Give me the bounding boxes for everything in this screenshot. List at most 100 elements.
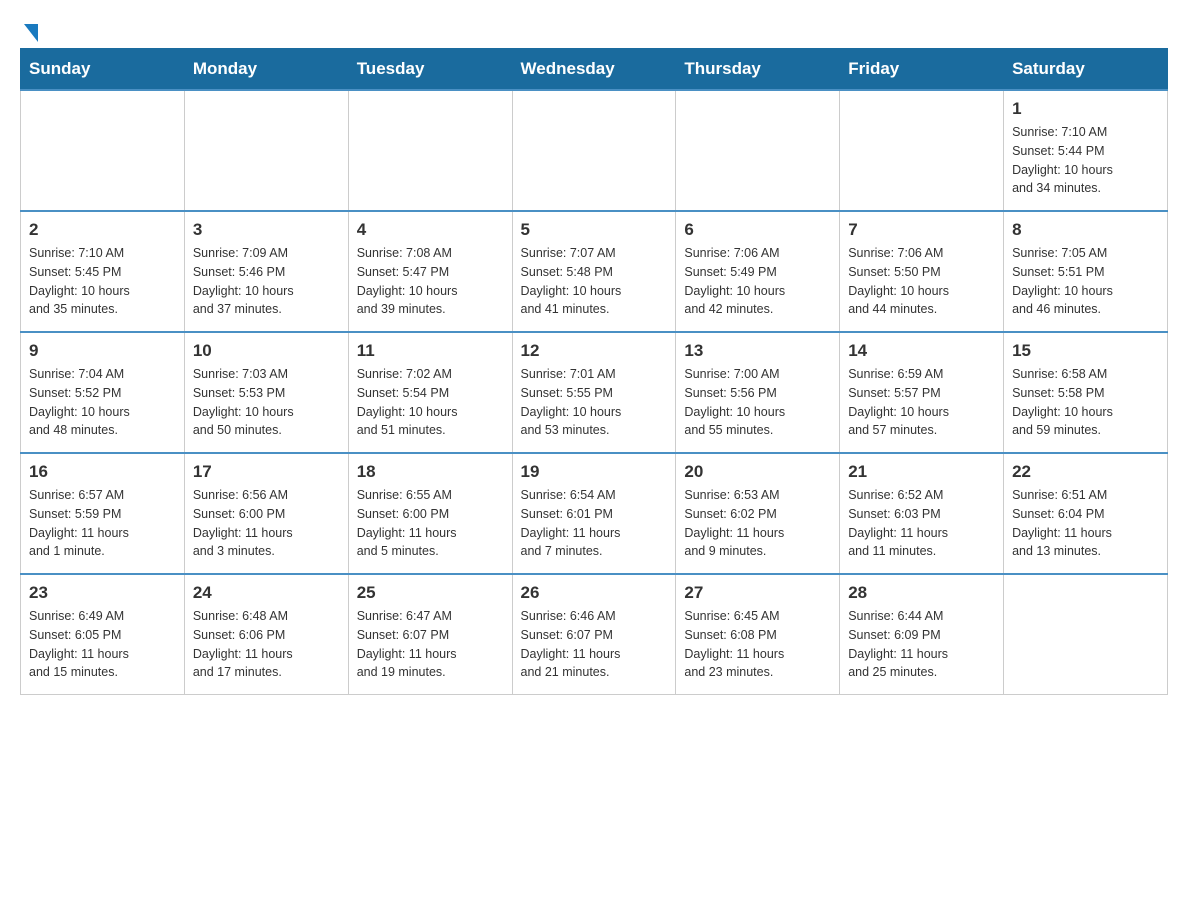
calendar-cell: 27 Sunrise: 6:45 AM Sunset: 6:08 PM Dayli… [676,574,840,695]
calendar-cell [512,90,676,211]
day-info: Sunrise: 6:51 AM Sunset: 6:04 PM Dayligh… [1012,486,1159,561]
day-info: Sunrise: 7:02 AM Sunset: 5:54 PM Dayligh… [357,365,504,440]
header [20,20,1168,38]
calendar-cell: 10Sunrise: 7:03 AM Sunset: 5:53 PM Dayli… [184,332,348,453]
calendar-week-2: 2 Sunrise: 7:10 AM Sunset: 5:45 PM Daylig… [21,211,1168,332]
calendar-cell: 8 Sunrise: 7:05 AM Sunset: 5:51 PM Daylig… [1004,211,1168,332]
day-number: 12 [521,341,668,361]
calendar-cell: 26 Sunrise: 6:46 AM Sunset: 6:07 PM Dayli… [512,574,676,695]
calendar-week-1: 1 Sunrise: 7:10 AM Sunset: 5:44 PM Daylig… [21,90,1168,211]
day-info: Sunrise: 6:46 AM Sunset: 6:07 PM Dayligh… [521,607,668,682]
day-info: Sunrise: 6:52 AM Sunset: 6:03 PM Dayligh… [848,486,995,561]
day-number: 6 [684,220,831,240]
day-number: 23 [29,583,176,603]
day-info: Sunrise: 7:08 AM Sunset: 5:47 PM Dayligh… [357,244,504,319]
day-info: Sunrise: 7:05 AM Sunset: 5:51 PM Dayligh… [1012,244,1159,319]
day-info: Sunrise: 6:53 AM Sunset: 6:02 PM Dayligh… [684,486,831,561]
day-number: 11 [357,341,504,361]
calendar-cell: 24 Sunrise: 6:48 AM Sunset: 6:06 PM Dayli… [184,574,348,695]
calendar-cell: 23 Sunrise: 6:49 AM Sunset: 6:05 PM Dayli… [21,574,185,695]
day-info: Sunrise: 7:06 AM Sunset: 5:49 PM Dayligh… [684,244,831,319]
column-header-sunday: Sunday [21,49,185,91]
calendar-cell [184,90,348,211]
day-info: Sunrise: 6:44 AM Sunset: 6:09 PM Dayligh… [848,607,995,682]
day-info: Sunrise: 6:47 AM Sunset: 6:07 PM Dayligh… [357,607,504,682]
day-info: Sunrise: 6:48 AM Sunset: 6:06 PM Dayligh… [193,607,340,682]
day-info: Sunrise: 7:04 AM Sunset: 5:52 PM Dayligh… [29,365,176,440]
day-info: Sunrise: 7:09 AM Sunset: 5:46 PM Dayligh… [193,244,340,319]
day-number: 20 [684,462,831,482]
day-number: 7 [848,220,995,240]
column-header-friday: Friday [840,49,1004,91]
calendar-cell: 14 Sunrise: 6:59 AM Sunset: 5:57 PM Dayli… [840,332,1004,453]
calendar-cell: 15 Sunrise: 6:58 AM Sunset: 5:58 PM Dayli… [1004,332,1168,453]
calendar-cell: 13Sunrise: 7:00 AM Sunset: 5:56 PM Dayli… [676,332,840,453]
calendar-cell: 5 Sunrise: 7:07 AM Sunset: 5:48 PM Daylig… [512,211,676,332]
day-number: 21 [848,462,995,482]
calendar-cell: 21 Sunrise: 6:52 AM Sunset: 6:03 PM Dayli… [840,453,1004,574]
day-number: 27 [684,583,831,603]
day-info: Sunrise: 7:10 AM Sunset: 5:45 PM Dayligh… [29,244,176,319]
day-number: 10 [193,341,340,361]
day-info: Sunrise: 7:01 AM Sunset: 5:55 PM Dayligh… [521,365,668,440]
calendar-cell: 9Sunrise: 7:04 AM Sunset: 5:52 PM Daylig… [21,332,185,453]
calendar-cell: 11 Sunrise: 7:02 AM Sunset: 5:54 PM Dayli… [348,332,512,453]
calendar-week-4: 16 Sunrise: 6:57 AM Sunset: 5:59 PM Dayli… [21,453,1168,574]
day-info: Sunrise: 6:45 AM Sunset: 6:08 PM Dayligh… [684,607,831,682]
calendar-cell: 19 Sunrise: 6:54 AM Sunset: 6:01 PM Dayli… [512,453,676,574]
calendar-cell: 12 Sunrise: 7:01 AM Sunset: 5:55 PM Dayli… [512,332,676,453]
day-info: Sunrise: 7:06 AM Sunset: 5:50 PM Dayligh… [848,244,995,319]
day-number: 24 [193,583,340,603]
calendar-cell: 28 Sunrise: 6:44 AM Sunset: 6:09 PM Dayli… [840,574,1004,695]
day-number: 3 [193,220,340,240]
calendar-header-row: SundayMondayTuesdayWednesdayThursdayFrid… [21,49,1168,91]
calendar-cell [348,90,512,211]
calendar-cell: 22 Sunrise: 6:51 AM Sunset: 6:04 PM Dayli… [1004,453,1168,574]
calendar-week-3: 9Sunrise: 7:04 AM Sunset: 5:52 PM Daylig… [21,332,1168,453]
calendar-cell: 3 Sunrise: 7:09 AM Sunset: 5:46 PM Daylig… [184,211,348,332]
calendar-cell [676,90,840,211]
day-info: Sunrise: 6:57 AM Sunset: 5:59 PM Dayligh… [29,486,176,561]
calendar-cell: 16 Sunrise: 6:57 AM Sunset: 5:59 PM Dayli… [21,453,185,574]
day-number: 15 [1012,341,1159,361]
calendar-cell [21,90,185,211]
calendar-cell: 17 Sunrise: 6:56 AM Sunset: 6:00 PM Dayli… [184,453,348,574]
calendar-cell: 20 Sunrise: 6:53 AM Sunset: 6:02 PM Dayli… [676,453,840,574]
day-number: 5 [521,220,668,240]
calendar-week-5: 23 Sunrise: 6:49 AM Sunset: 6:05 PM Dayli… [21,574,1168,695]
logo [20,20,38,38]
calendar-cell: 7 Sunrise: 7:06 AM Sunset: 5:50 PM Daylig… [840,211,1004,332]
calendar-cell [840,90,1004,211]
day-number: 16 [29,462,176,482]
day-number: 13 [684,341,831,361]
column-header-saturday: Saturday [1004,49,1168,91]
day-info: Sunrise: 6:59 AM Sunset: 5:57 PM Dayligh… [848,365,995,440]
day-info: Sunrise: 6:54 AM Sunset: 6:01 PM Dayligh… [521,486,668,561]
calendar-cell: 4 Sunrise: 7:08 AM Sunset: 5:47 PM Daylig… [348,211,512,332]
day-number: 26 [521,583,668,603]
calendar-cell: 1 Sunrise: 7:10 AM Sunset: 5:44 PM Daylig… [1004,90,1168,211]
day-info: Sunrise: 6:49 AM Sunset: 6:05 PM Dayligh… [29,607,176,682]
column-header-wednesday: Wednesday [512,49,676,91]
day-number: 25 [357,583,504,603]
day-number: 28 [848,583,995,603]
day-number: 4 [357,220,504,240]
calendar-cell: 25 Sunrise: 6:47 AM Sunset: 6:07 PM Dayli… [348,574,512,695]
calendar-cell: 2 Sunrise: 7:10 AM Sunset: 5:45 PM Daylig… [21,211,185,332]
column-header-tuesday: Tuesday [348,49,512,91]
calendar: SundayMondayTuesdayWednesdayThursdayFrid… [20,48,1168,695]
day-number: 14 [848,341,995,361]
day-info: Sunrise: 7:10 AM Sunset: 5:44 PM Dayligh… [1012,123,1159,198]
day-info: Sunrise: 7:07 AM Sunset: 5:48 PM Dayligh… [521,244,668,319]
day-info: Sunrise: 6:56 AM Sunset: 6:00 PM Dayligh… [193,486,340,561]
day-number: 17 [193,462,340,482]
day-number: 18 [357,462,504,482]
day-number: 1 [1012,99,1159,119]
day-number: 8 [1012,220,1159,240]
day-number: 19 [521,462,668,482]
day-number: 2 [29,220,176,240]
calendar-cell: 18Sunrise: 6:55 AM Sunset: 6:00 PM Dayli… [348,453,512,574]
logo-arrow-icon [24,24,38,42]
day-number: 22 [1012,462,1159,482]
day-info: Sunrise: 6:58 AM Sunset: 5:58 PM Dayligh… [1012,365,1159,440]
